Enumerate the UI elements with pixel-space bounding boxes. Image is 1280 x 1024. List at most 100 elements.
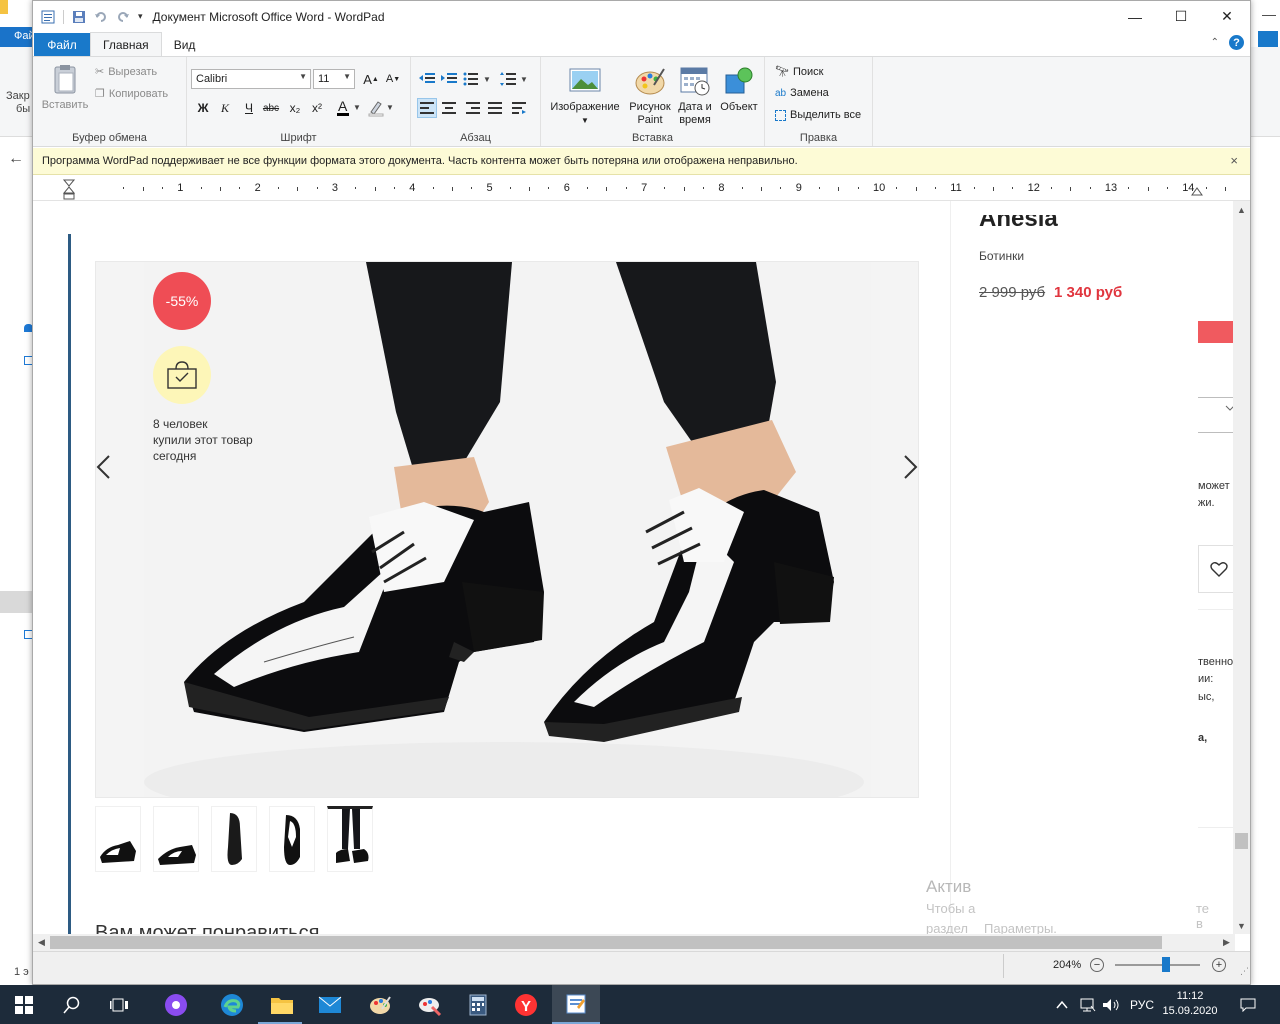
volume-tray-icon[interactable] bbox=[1102, 985, 1120, 1024]
strikethrough-button[interactable]: abc bbox=[261, 98, 281, 118]
clock[interactable]: 11:12 15.09.2020 bbox=[1155, 989, 1225, 1019]
horizontal-scroll-thumb[interactable] bbox=[50, 936, 1162, 949]
language-indicator[interactable]: РУС bbox=[1130, 985, 1154, 1024]
save-icon[interactable] bbox=[72, 10, 86, 24]
thumbnail-5[interactable] bbox=[327, 806, 373, 872]
select-all-button[interactable]: Выделить все bbox=[775, 109, 861, 121]
thumbnail-2[interactable] bbox=[153, 806, 199, 872]
right-indent-marker-icon[interactable] bbox=[1191, 185, 1203, 197]
font-family-select[interactable]: Calibri ▼ bbox=[191, 69, 311, 89]
undo-icon[interactable] bbox=[94, 10, 108, 24]
ribbon: Вставить ✂ Вырезать ❐ Копировать Буфер обм… bbox=[33, 56, 1250, 147]
scroll-right-icon[interactable]: ▶ bbox=[1218, 934, 1235, 951]
wordpad-app-icon[interactable] bbox=[41, 10, 55, 24]
quick-access-dropdown-icon[interactable]: ▾ bbox=[138, 11, 143, 22]
thumbnail-1[interactable] bbox=[95, 806, 141, 872]
zoom-slider-track[interactable] bbox=[1115, 964, 1200, 966]
mail-button[interactable] bbox=[306, 985, 354, 1024]
wordpad-taskbar-button[interactable] bbox=[552, 985, 600, 1024]
ruler-tick bbox=[200, 187, 202, 189]
yandex-browser-button[interactable]: Y bbox=[502, 985, 550, 1024]
italic-button[interactable]: К bbox=[215, 98, 235, 118]
paint-drawing-button[interactable]: Рисунок Paint bbox=[625, 65, 675, 127]
divider bbox=[1198, 432, 1234, 433]
close-button[interactable]: ✕ bbox=[1204, 1, 1250, 32]
font-size-select[interactable]: 11 ▼ bbox=[313, 69, 355, 89]
scroll-up-icon[interactable]: ▲ bbox=[1233, 201, 1250, 218]
document-area[interactable]: -55% 8 человек купили этот товар сегодня bbox=[33, 201, 1237, 934]
start-button[interactable] bbox=[0, 985, 48, 1024]
insert-object-button[interactable]: Объект bbox=[717, 65, 761, 114]
zoom-out-button[interactable]: − bbox=[1090, 958, 1104, 972]
maximize-button[interactable]: ☐ bbox=[1158, 1, 1204, 32]
background-file-tab[interactable]: Фай bbox=[0, 27, 35, 47]
align-center-icon[interactable] bbox=[439, 98, 459, 118]
find-button[interactable]: 🔭︎ Поиск bbox=[775, 65, 823, 79]
background-close-icon[interactable]: — bbox=[1262, 6, 1276, 22]
file-explorer-button[interactable] bbox=[258, 985, 306, 1024]
gallery-next-arrow-icon[interactable] bbox=[903, 454, 919, 487]
notifications-button[interactable] bbox=[1240, 985, 1256, 1024]
network-tray-icon[interactable] bbox=[1078, 985, 1096, 1024]
ruler-number: 3 bbox=[331, 182, 339, 194]
tab-view[interactable]: Вид bbox=[162, 33, 208, 56]
redo-icon[interactable] bbox=[116, 10, 130, 24]
paint3d-button[interactable] bbox=[406, 985, 454, 1024]
bullets-icon[interactable]: ▼ bbox=[463, 69, 493, 89]
calculator-button[interactable] bbox=[454, 985, 502, 1024]
gallery-prev-arrow-icon[interactable] bbox=[95, 454, 111, 487]
minimize-button[interactable]: — bbox=[1112, 1, 1158, 32]
ruler[interactable]: 123456789101112131415 bbox=[33, 176, 1250, 201]
line-spacing-icon[interactable]: ▼ bbox=[499, 69, 529, 89]
infobar-close-icon[interactable]: × bbox=[1230, 153, 1238, 168]
align-left-icon[interactable] bbox=[417, 98, 437, 118]
thumbnail-3[interactable] bbox=[211, 806, 257, 872]
resize-grip-icon[interactable]: ⋰ bbox=[1240, 966, 1249, 977]
favorite-button[interactable] bbox=[1198, 545, 1237, 593]
tab-file[interactable]: Файл bbox=[34, 33, 90, 56]
horizontal-scrollbar[interactable]: ◀ ▶ bbox=[33, 934, 1235, 951]
zoom-slider-thumb[interactable] bbox=[1162, 957, 1170, 972]
thumbnail-4[interactable] bbox=[269, 806, 315, 872]
chevron-down-icon: ▼ bbox=[581, 116, 589, 125]
cut-button[interactable]: ✂ Вырезать bbox=[95, 65, 157, 79]
copy-button[interactable]: ❐ Копировать bbox=[95, 87, 168, 101]
alice-assistant-button[interactable] bbox=[152, 985, 200, 1024]
left-indent-marker-icon[interactable] bbox=[63, 179, 75, 201]
show-hidden-icons[interactable] bbox=[1056, 985, 1068, 1024]
increase-indent-icon[interactable] bbox=[439, 69, 459, 89]
font-color-button[interactable]: A ▼ bbox=[333, 98, 361, 118]
ruler-tick bbox=[1224, 187, 1226, 191]
vertical-scroll-thumb[interactable] bbox=[1235, 833, 1248, 849]
vertical-scrollbar[interactable]: ▲ ▼ bbox=[1233, 201, 1250, 934]
justify-icon[interactable] bbox=[485, 98, 505, 118]
paragraph-settings-icon[interactable] bbox=[509, 98, 529, 118]
align-right-icon[interactable] bbox=[463, 98, 483, 118]
bold-button[interactable]: Ж bbox=[193, 98, 213, 118]
grow-font-button[interactable]: A ▲ bbox=[361, 69, 381, 89]
tab-home[interactable]: Главная bbox=[90, 32, 162, 56]
scroll-left-icon[interactable]: ◀ bbox=[33, 934, 50, 951]
zoom-in-button[interactable]: + bbox=[1212, 958, 1226, 972]
add-to-cart-fragment[interactable] bbox=[1198, 321, 1234, 343]
search-button[interactable] bbox=[48, 985, 96, 1024]
datetime-button[interactable]: Дата и время bbox=[675, 65, 715, 127]
subscript-button[interactable]: x₂ bbox=[285, 98, 305, 118]
task-view-button[interactable] bbox=[96, 985, 144, 1024]
replace-button[interactable]: ab Замена bbox=[775, 87, 829, 99]
paint-app-button[interactable] bbox=[356, 985, 404, 1024]
insert-image-button[interactable]: Изображение ▼ bbox=[547, 65, 623, 127]
help-icon[interactable]: ? bbox=[1229, 35, 1244, 50]
decrease-indent-icon[interactable] bbox=[417, 69, 437, 89]
shrink-font-button[interactable]: A ▼ bbox=[383, 69, 403, 89]
collapse-ribbon-icon[interactable]: ⌃ bbox=[1211, 37, 1219, 48]
paste-button[interactable]: Вставить bbox=[42, 63, 88, 112]
highlight-button[interactable]: ▼ bbox=[365, 98, 395, 118]
underline-button[interactable]: Ч bbox=[239, 98, 259, 118]
edge-button[interactable] bbox=[208, 985, 256, 1024]
back-arrow-icon[interactable]: ← bbox=[8, 150, 24, 168]
scroll-down-icon[interactable]: ▼ bbox=[1233, 917, 1250, 934]
superscript-button[interactable]: x² bbox=[307, 98, 327, 118]
svg-text:▼: ▼ bbox=[483, 75, 491, 84]
description-fragment: твенно bbox=[1198, 656, 1234, 668]
